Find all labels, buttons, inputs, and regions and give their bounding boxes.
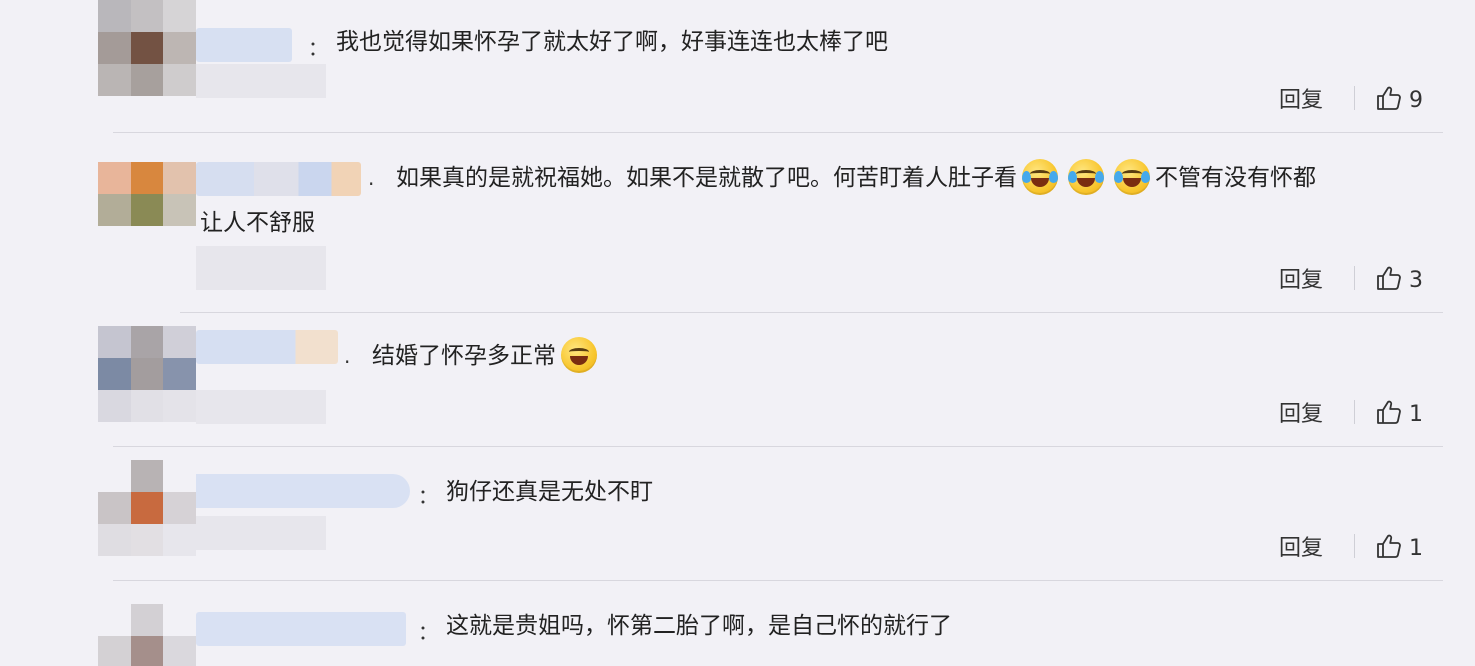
- comment-text-segment: 让人不舒服: [200, 210, 315, 236]
- avatar[interactable]: [98, 162, 196, 258]
- comment-text-segment: 狗仔还真是无处不盯: [446, 479, 653, 505]
- username-blurred[interactable]: [196, 330, 338, 364]
- separator: ：: [418, 620, 438, 644]
- username-subline-blurred: [196, 516, 326, 550]
- action-divider: [1354, 534, 1355, 558]
- like-count: 3: [1409, 267, 1423, 293]
- comment-text: 如果真的是就祝福她。如果不是就散了吧。何苦盯着人肚子看 不管有没有怀都: [396, 156, 1316, 200]
- like-count: 1: [1409, 535, 1423, 561]
- comment-divider: [113, 132, 1443, 133]
- crying-laughing-face-icon: [1114, 158, 1150, 195]
- comment-divider: [113, 446, 1443, 447]
- avatar[interactable]: [98, 326, 196, 422]
- comment-text-segment: 如果真的是就祝福她。如果不是就散了吧。何苦盯着人肚子看: [396, 165, 1017, 191]
- username-subline-blurred: [196, 246, 326, 290]
- avatar[interactable]: [98, 0, 196, 96]
- grinning-face-icon: [561, 336, 597, 373]
- separator: .: [344, 344, 351, 368]
- reply-button[interactable]: 回复: [1279, 396, 1323, 428]
- username-subline-blurred: [196, 390, 326, 424]
- username-blurred[interactable]: [196, 28, 292, 62]
- crying-laughing-face-icon: [1022, 158, 1058, 195]
- reply-button[interactable]: 回复: [1279, 530, 1323, 562]
- like-button[interactable]: 1: [1375, 532, 1423, 564]
- like-button[interactable]: 3: [1375, 264, 1423, 296]
- comment-text-continued: 让人不舒服: [200, 201, 315, 245]
- username-blurred[interactable]: [196, 474, 410, 508]
- reply-button[interactable]: 回复: [1279, 262, 1323, 294]
- like-count: 1: [1409, 401, 1423, 427]
- comment-text-segment: 我也觉得如果怀孕了就太好了啊，好事连连也太棒了吧: [336, 29, 888, 55]
- reply-button[interactable]: 回复: [1279, 82, 1323, 114]
- comment-text-segment: 不管有没有怀都: [1155, 165, 1316, 191]
- separator: ：: [308, 36, 328, 60]
- comment-divider: [113, 580, 1443, 581]
- action-divider: [1354, 86, 1355, 110]
- thumbs-up-icon: [1375, 532, 1403, 564]
- crying-laughing-face-icon: [1068, 158, 1104, 195]
- like-count: 9: [1409, 87, 1423, 113]
- like-button[interactable]: 1: [1375, 398, 1423, 430]
- action-divider: [1354, 400, 1355, 424]
- thumbs-up-icon: [1375, 398, 1403, 430]
- comment-text: 结婚了怀孕多正常: [372, 334, 602, 378]
- avatar[interactable]: [98, 460, 196, 556]
- like-button[interactable]: 9: [1375, 84, 1423, 116]
- thumbs-up-icon: [1375, 84, 1403, 116]
- comment-text-segment: 这就是贵姐吗，怀第二胎了啊，是自己怀的就行了: [446, 613, 952, 639]
- comment-text-segment: 结婚了怀孕多正常: [372, 343, 556, 369]
- comment-divider: [180, 312, 1443, 313]
- comment-text: 这就是贵姐吗，怀第二胎了啊，是自己怀的就行了: [446, 604, 952, 648]
- separator: ：: [418, 484, 438, 508]
- username-subline-blurred: [196, 64, 326, 98]
- comment-text: 我也觉得如果怀孕了就太好了啊，好事连连也太棒了吧: [336, 20, 888, 64]
- comment-text: 狗仔还真是无处不盯: [446, 470, 653, 514]
- avatar[interactable]: [98, 604, 196, 666]
- action-divider: [1354, 266, 1355, 290]
- username-blurred[interactable]: [196, 162, 361, 196]
- username-blurred[interactable]: [196, 612, 406, 646]
- separator: .: [368, 166, 375, 190]
- thumbs-up-icon: [1375, 264, 1403, 296]
